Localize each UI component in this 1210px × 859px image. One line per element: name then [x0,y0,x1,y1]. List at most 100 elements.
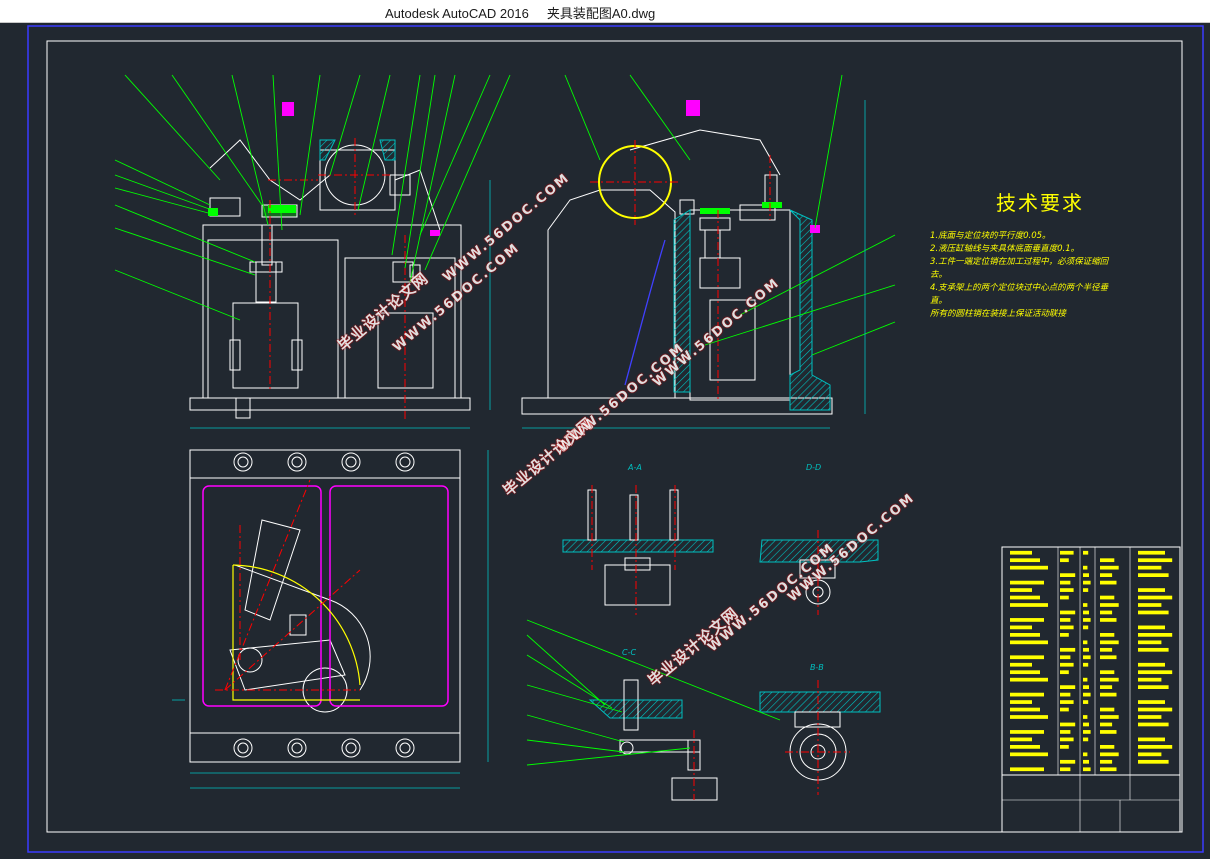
cad-drawing[interactable]: A-A D-D C-C B-B [0,22,1210,859]
bom-cell [1138,722,1169,727]
bom-cell [1138,715,1162,719]
drawing-canvas[interactable]: A-A D-D C-C B-B 技术要求 1.底面与定位块的平行度0.05。 2… [0,22,1210,859]
bom-cell [1083,588,1089,592]
label-bb: B-B [810,663,824,672]
bom-cell [1138,752,1162,757]
bom-cell [1010,580,1044,585]
bom-cell [1010,655,1044,660]
bom-cell [1100,715,1119,719]
bom-cell [1083,737,1089,742]
bom-cell [1010,595,1040,600]
bom-cell [1100,677,1119,682]
bom-cell [1083,603,1088,607]
bom-cell [1138,707,1173,712]
dimension-lines [172,100,866,789]
bom-cell [1138,685,1169,689]
requirement-line-3: 3.工件一端定位销在加工过程中，必须保证缩回 [930,257,1109,267]
bom-cell [1010,730,1044,734]
bom-cell [1010,752,1048,757]
bom-cell [1100,655,1117,660]
section-bb [759,680,881,795]
bom-cell [1060,625,1074,630]
bom-cell [1138,550,1165,555]
bom-cell [1010,640,1048,645]
label-dd: D-D [806,463,821,472]
leader-lines [114,74,896,766]
bom-cell [1100,603,1119,607]
bom-cell [1010,707,1040,712]
requirement-line-5: 4.支承架上的两个定位块过中心点的两个半径垂 [930,283,1109,293]
bom-cell [1083,767,1091,772]
requirement-line-2: 2.液压缸轴线与夹具体底面垂直度0.1。 [930,244,1080,254]
bom-cell [1060,618,1071,622]
bom-cell [1100,618,1117,622]
bom-cell [1138,603,1162,607]
bom-cell [1010,715,1048,719]
bom-cell [1060,759,1076,764]
bom-cell [1100,670,1115,675]
bom-cell [1083,655,1091,660]
bom-cell [1138,700,1165,704]
section-cc [588,679,718,801]
bom-cell [1010,662,1032,667]
side-view-hatching [598,100,831,411]
bom-cell [1138,745,1173,749]
bom-cell [1010,558,1040,563]
requirement-line-6: 直。 [930,296,948,306]
bom-cell [1138,565,1162,570]
section-aa [562,485,714,615]
bom-cell [1060,692,1071,697]
bom-cell [1138,625,1165,630]
bom-cell [1010,550,1032,555]
requirements-title: 技术要求 [996,191,1084,215]
bom-cell [1100,722,1113,727]
file-name: 夹具装配图A0.dwg [546,6,656,21]
bom-cell [1060,685,1076,689]
bom-cell [1010,700,1032,704]
bom-cell [1060,595,1069,600]
bom-cell [1138,759,1169,764]
window-title: Autodesk AutoCAD 2016 夹具装配图A0.dwg [385,3,655,22]
bom-cell [1060,573,1076,577]
bom-cell [1060,550,1074,555]
bom-cell [1083,700,1089,704]
bom-cell [1060,647,1076,652]
bom-cell [1010,745,1040,749]
bom-cell [1010,565,1048,570]
bom-cell [1010,677,1048,682]
bom-cell [1010,767,1044,772]
bom-cell [1138,662,1165,667]
bom-cell [1060,722,1076,727]
bom-cell [1083,640,1088,645]
requirement-line-4: 去。 [930,270,948,280]
bom-cell [1083,573,1089,577]
bom-cell [1100,573,1113,577]
bom-cell [1138,670,1173,675]
bom-cell [1083,730,1091,734]
bom-cell [1083,580,1091,585]
requirement-line-1: 1.底面与定位块的平行度0.05。 [930,231,1051,241]
bom-cell [1010,633,1040,637]
bom-cell [1060,655,1071,660]
bom-cell [1060,730,1071,734]
bom-cell [1100,692,1117,697]
bom-cell [1083,692,1091,697]
bom-cell [1083,565,1088,570]
bom-cell [1083,685,1089,689]
bom-cell [1100,647,1113,652]
bom-cell [1083,752,1088,757]
bom-cell [1083,610,1089,615]
bom-cell [1138,610,1169,615]
bom-cell [1138,588,1165,592]
bom-cell [1083,715,1088,719]
bom-cell [1100,610,1113,615]
bom-cell [1010,625,1032,630]
label-aa: A-A [627,463,642,472]
bom-cell [1060,707,1069,712]
bom-cell [1138,737,1165,742]
bom-cell [1083,662,1089,667]
label-cc: C-C [622,648,636,657]
bom-cell [1010,670,1040,675]
technical-requirements: 技术要求 1.底面与定位块的平行度0.05。 2.液压缸轴线与夹具体底面垂直度0… [930,187,1170,321]
bom-cell [1060,745,1069,749]
